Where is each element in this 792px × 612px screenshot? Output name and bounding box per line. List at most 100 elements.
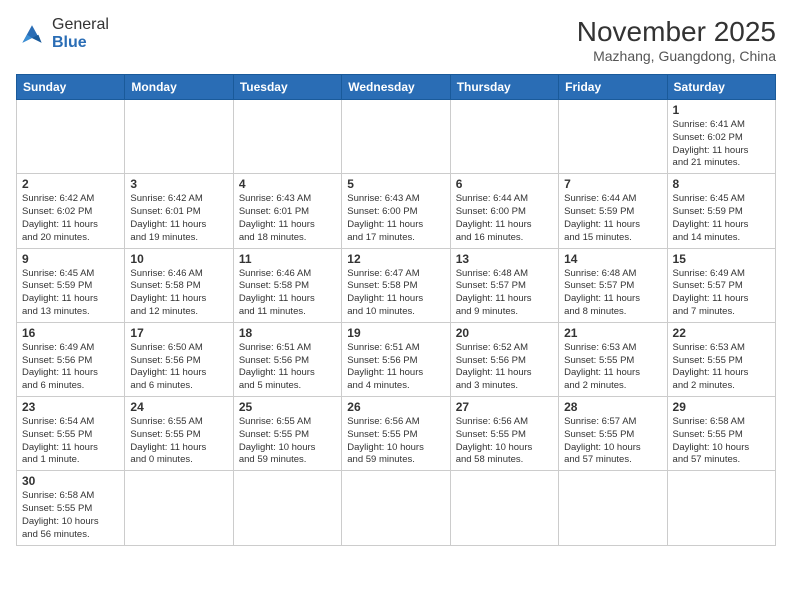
day-number: 21 — [564, 326, 661, 340]
day-number: 25 — [239, 400, 336, 414]
day-info: Sunrise: 6:56 AM Sunset: 5:55 PM Dayligh… — [347, 416, 444, 467]
day-number: 16 — [22, 326, 119, 340]
calendar-cell — [233, 471, 341, 545]
calendar-cell: 12 Sunrise: 6:47 AM Sunset: 5:58 PM Dayli… — [342, 248, 450, 322]
calendar-cell: 26 Sunrise: 6:56 AM Sunset: 5:55 PM Dayli… — [342, 397, 450, 471]
day-info: Sunrise: 6:41 AM Sunset: 6:02 PM Dayligh… — [673, 119, 770, 170]
day-info: Sunrise: 6:44 AM Sunset: 5:59 PM Dayligh… — [564, 193, 661, 244]
day-number: 15 — [673, 252, 770, 266]
calendar-cell: 30 Sunrise: 6:58 AM Sunset: 5:55 PM Dayli… — [17, 471, 125, 545]
day-info: Sunrise: 6:58 AM Sunset: 5:55 PM Dayligh… — [673, 416, 770, 467]
day-info: Sunrise: 6:55 AM Sunset: 5:55 PM Dayligh… — [130, 416, 227, 467]
calendar-cell: 29 Sunrise: 6:58 AM Sunset: 5:55 PM Dayli… — [667, 397, 775, 471]
day-info: Sunrise: 6:45 AM Sunset: 5:59 PM Dayligh… — [22, 268, 119, 319]
calendar-cell: 9 Sunrise: 6:45 AM Sunset: 5:59 PM Daylig… — [17, 248, 125, 322]
weekday-header: Wednesday — [342, 75, 450, 100]
logo-icon — [16, 20, 48, 48]
calendar-week-row: 30 Sunrise: 6:58 AM Sunset: 5:55 PM Dayli… — [17, 471, 776, 545]
weekday-header: Sunday — [17, 75, 125, 100]
day-info: Sunrise: 6:48 AM Sunset: 5:57 PM Dayligh… — [564, 268, 661, 319]
day-number: 28 — [564, 400, 661, 414]
calendar-cell — [125, 471, 233, 545]
calendar-cell: 4Sunrise: 6:43 AM Sunset: 6:01 PM Daylig… — [233, 174, 341, 248]
calendar-week-row: 1 Sunrise: 6:41 AM Sunset: 6:02 PM Daylig… — [17, 100, 776, 174]
day-number: 6 — [456, 177, 553, 191]
day-number: 30 — [22, 474, 119, 488]
day-number: 2 — [22, 177, 119, 191]
calendar-header-row: SundayMondayTuesdayWednesdayThursdayFrid… — [17, 75, 776, 100]
calendar-cell: 1 Sunrise: 6:41 AM Sunset: 6:02 PM Daylig… — [667, 100, 775, 174]
day-info: Sunrise: 6:49 AM Sunset: 5:57 PM Dayligh… — [673, 268, 770, 319]
calendar-cell — [17, 100, 125, 174]
day-info: Sunrise: 6:46 AM Sunset: 5:58 PM Dayligh… — [239, 268, 336, 319]
calendar-cell: 3 Sunrise: 6:42 AM Sunset: 6:01 PM Daylig… — [125, 174, 233, 248]
day-number: 13 — [456, 252, 553, 266]
day-number: 3 — [130, 177, 227, 191]
logo: General Blue — [16, 16, 109, 51]
day-info: Sunrise: 6:46 AM Sunset: 5:58 PM Dayligh… — [130, 268, 227, 319]
day-number: 12 — [347, 252, 444, 266]
calendar-cell: 2Sunrise: 6:42 AM Sunset: 6:02 PM Daylig… — [17, 174, 125, 248]
day-number: 24 — [130, 400, 227, 414]
day-info: Sunrise: 6:51 AM Sunset: 5:56 PM Dayligh… — [347, 342, 444, 393]
calendar-cell — [559, 100, 667, 174]
day-info: Sunrise: 6:54 AM Sunset: 5:55 PM Dayligh… — [22, 416, 119, 467]
title-block: November 2025 Mazhang, Guangdong, China — [577, 16, 776, 64]
calendar-cell — [125, 100, 233, 174]
day-number: 1 — [673, 103, 770, 117]
calendar-cell: 25 Sunrise: 6:55 AM Sunset: 5:55 PM Dayli… — [233, 397, 341, 471]
day-info: Sunrise: 6:45 AM Sunset: 5:59 PM Dayligh… — [673, 193, 770, 244]
calendar-cell: 19 Sunrise: 6:51 AM Sunset: 5:56 PM Dayli… — [342, 322, 450, 396]
day-number: 11 — [239, 252, 336, 266]
calendar-cell: 7Sunrise: 6:44 AM Sunset: 5:59 PM Daylig… — [559, 174, 667, 248]
calendar-cell: 27Sunrise: 6:56 AM Sunset: 5:55 PM Dayli… — [450, 397, 558, 471]
calendar-cell: 8Sunrise: 6:45 AM Sunset: 5:59 PM Daylig… — [667, 174, 775, 248]
day-number: 20 — [456, 326, 553, 340]
calendar-cell: 11 Sunrise: 6:46 AM Sunset: 5:58 PM Dayli… — [233, 248, 341, 322]
day-info: Sunrise: 6:52 AM Sunset: 5:56 PM Dayligh… — [456, 342, 553, 393]
page: General Blue November 2025 Mazhang, Guan… — [0, 0, 792, 612]
day-info: Sunrise: 6:58 AM Sunset: 5:55 PM Dayligh… — [22, 490, 119, 541]
calendar-cell: 18 Sunrise: 6:51 AM Sunset: 5:56 PM Dayli… — [233, 322, 341, 396]
calendar-cell: 16Sunrise: 6:49 AM Sunset: 5:56 PM Dayli… — [17, 322, 125, 396]
calendar-cell: 17 Sunrise: 6:50 AM Sunset: 5:56 PM Dayli… — [125, 322, 233, 396]
day-number: 19 — [347, 326, 444, 340]
day-info: Sunrise: 6:55 AM Sunset: 5:55 PM Dayligh… — [239, 416, 336, 467]
calendar-cell: 21 Sunrise: 6:53 AM Sunset: 5:55 PM Dayli… — [559, 322, 667, 396]
day-info: Sunrise: 6:48 AM Sunset: 5:57 PM Dayligh… — [456, 268, 553, 319]
calendar-cell: 15 Sunrise: 6:49 AM Sunset: 5:57 PM Dayli… — [667, 248, 775, 322]
day-info: Sunrise: 6:51 AM Sunset: 5:56 PM Dayligh… — [239, 342, 336, 393]
day-number: 22 — [673, 326, 770, 340]
month-title: November 2025 — [577, 16, 776, 48]
day-number: 26 — [347, 400, 444, 414]
calendar-cell — [667, 471, 775, 545]
day-info: Sunrise: 6:44 AM Sunset: 6:00 PM Dayligh… — [456, 193, 553, 244]
day-info: Sunrise: 6:50 AM Sunset: 5:56 PM Dayligh… — [130, 342, 227, 393]
calendar-cell: 5Sunrise: 6:43 AM Sunset: 6:00 PM Daylig… — [342, 174, 450, 248]
calendar-cell: 22Sunrise: 6:53 AM Sunset: 5:55 PM Dayli… — [667, 322, 775, 396]
day-number: 29 — [673, 400, 770, 414]
day-info: Sunrise: 6:47 AM Sunset: 5:58 PM Dayligh… — [347, 268, 444, 319]
calendar-cell — [233, 100, 341, 174]
day-info: Sunrise: 6:56 AM Sunset: 5:55 PM Dayligh… — [456, 416, 553, 467]
day-info: Sunrise: 6:43 AM Sunset: 6:01 PM Dayligh… — [239, 193, 336, 244]
day-number: 23 — [22, 400, 119, 414]
day-info: Sunrise: 6:53 AM Sunset: 5:55 PM Dayligh… — [564, 342, 661, 393]
calendar-cell: 23 Sunrise: 6:54 AM Sunset: 5:55 PM Dayli… — [17, 397, 125, 471]
calendar-cell: 14 Sunrise: 6:48 AM Sunset: 5:57 PM Dayli… — [559, 248, 667, 322]
location: Mazhang, Guangdong, China — [577, 48, 776, 64]
calendar-week-row: 2Sunrise: 6:42 AM Sunset: 6:02 PM Daylig… — [17, 174, 776, 248]
day-number: 17 — [130, 326, 227, 340]
header: General Blue November 2025 Mazhang, Guan… — [16, 16, 776, 64]
day-number: 9 — [22, 252, 119, 266]
calendar-week-row: 9 Sunrise: 6:45 AM Sunset: 5:59 PM Daylig… — [17, 248, 776, 322]
weekday-header: Tuesday — [233, 75, 341, 100]
calendar-cell — [450, 100, 558, 174]
weekday-header: Thursday — [450, 75, 558, 100]
weekday-header: Monday — [125, 75, 233, 100]
calendar-week-row: 16Sunrise: 6:49 AM Sunset: 5:56 PM Dayli… — [17, 322, 776, 396]
day-number: 14 — [564, 252, 661, 266]
day-info: Sunrise: 6:42 AM Sunset: 6:01 PM Dayligh… — [130, 193, 227, 244]
day-number: 5 — [347, 177, 444, 191]
day-number: 18 — [239, 326, 336, 340]
